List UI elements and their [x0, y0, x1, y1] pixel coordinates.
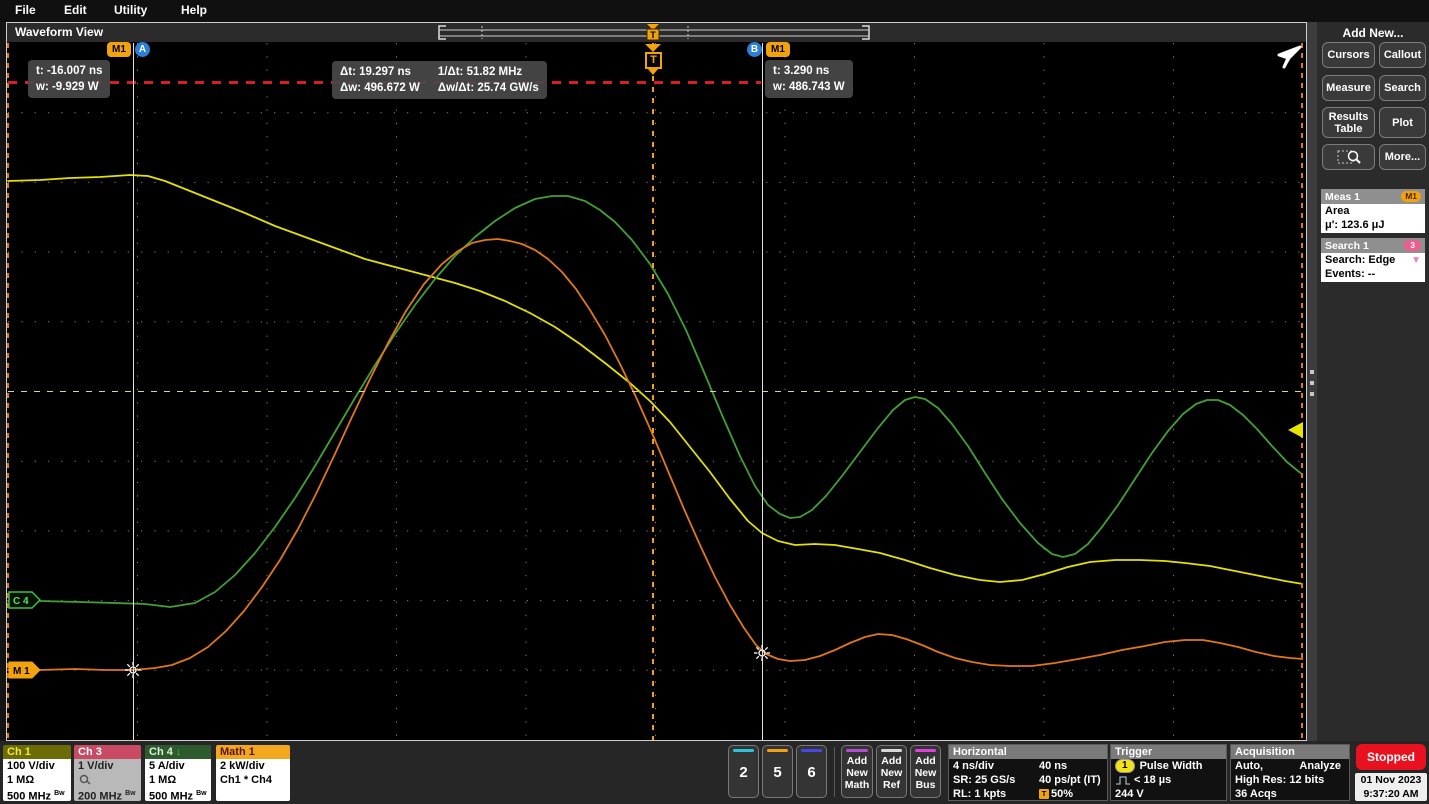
cursor-a-line[interactable] [133, 43, 134, 740]
cursor-a-badge[interactable]: A [135, 42, 150, 57]
mouse-cursor-icon [1276, 45, 1302, 69]
button-group-divider [834, 747, 835, 797]
horizontal-panel[interactable]: Horizontal 4 ns/div40 ns SR: 25 GS/s40 p… [948, 744, 1108, 801]
zoom-area-button[interactable] [1322, 144, 1375, 170]
trigger-position-label: T [650, 30, 656, 40]
probe-icon [78, 774, 137, 787]
add-new-math-button[interactable]: Add New Math [841, 745, 873, 798]
cursor-delta-readout: Δt: 19.297 ns 1/Δt: 51.82 MHz Δw: 496.67… [332, 61, 547, 99]
svg-text:C 4: C 4 [13, 596, 29, 607]
math1-wave-handle[interactable]: M 1 [8, 661, 42, 679]
meas1-type: Area [1325, 205, 1421, 219]
meas1-value: μ': 123.6 μJ [1325, 219, 1421, 233]
trigger-position-mini-icon: T [1039, 789, 1049, 799]
math1-power-trace [8, 239, 1303, 670]
cursor-b-source-badge[interactable]: M1 [766, 42, 790, 57]
more-button[interactable]: More... [1379, 144, 1426, 170]
plot-button[interactable]: Plot [1379, 107, 1426, 138]
search-button[interactable]: Search [1379, 75, 1426, 101]
bottom-bar: Ch 1 100 V/div 1 MΩ 500 MHz Bw Ch 3 1 V/… [0, 741, 1429, 804]
cursor-b-readout: t: 3.290 ns w: 486.743 W [765, 60, 853, 98]
meas1-source-badge: M1 [1401, 191, 1421, 202]
pulse-width-icon [1115, 775, 1131, 786]
datetime-display: 01 Nov 2023 9:37:20 AM [1355, 773, 1427, 801]
math1-badge[interactable]: Math 1 2 kW/div Ch1 * Ch4 [216, 745, 290, 801]
ch4-badge[interactable]: Ch 4 ↓ 5 A/div 1 MΩ 500 MHz Bw [145, 745, 211, 801]
cursor-b-line[interactable] [762, 43, 763, 740]
add-new-ref-button[interactable]: Add New Ref [876, 745, 907, 798]
search1-badge: 3 [1404, 240, 1421, 251]
results-table-button[interactable]: Results Table [1322, 107, 1375, 138]
acquisition-panel[interactable]: Acquisition Auto,Analyze High Res: 12 bi… [1230, 744, 1350, 801]
menu-utility[interactable]: Utility [114, 3, 147, 17]
svg-text:M 1: M 1 [13, 666, 30, 677]
sidebar: Add New... Cursors Callout Measure Searc… [1317, 22, 1429, 741]
add-new-bus-button[interactable]: Add New Bus [910, 745, 941, 798]
channel-6-button[interactable]: 6 [796, 745, 827, 798]
trigger-source-badge: 1 [1115, 759, 1135, 773]
ch4-wave-handle[interactable]: C 4 [8, 591, 42, 609]
ch3-badge[interactable]: Ch 3 1 V/div 200 MHz Bw [74, 745, 141, 801]
trigger-flag-tail-icon [648, 69, 658, 75]
ch4-current-trace [8, 196, 1303, 607]
center-graticule-dashed-line [8, 391, 1302, 392]
search1-type: Search: Edge [1325, 254, 1395, 268]
meas1-title: Meas 1 [1325, 191, 1360, 203]
menu-bar: File Edit Utility Help [0, 0, 1429, 22]
trigger-flag-box: T [645, 52, 662, 69]
callout-button[interactable]: Callout [1379, 42, 1426, 68]
cursors-button[interactable]: Cursors [1322, 42, 1375, 68]
waveform-view-title: Waveform View [15, 25, 103, 39]
search1-events: Events: -- [1325, 268, 1421, 282]
ch1-badge[interactable]: Ch 1 100 V/div 1 MΩ 500 MHz Bw [3, 745, 71, 801]
measure-button[interactable]: Measure [1322, 75, 1375, 101]
cursor-a-readout: t: -16.007 ns w: -9.929 W [28, 60, 110, 98]
trigger-level-arrow-icon[interactable] [1288, 422, 1303, 438]
trigger-panel[interactable]: Trigger 1Pulse Width < 18 µs 244 V [1110, 744, 1227, 801]
panel-divider[interactable] [1307, 22, 1317, 741]
trigger-flag[interactable]: T [645, 44, 662, 75]
search1-panel[interactable]: Search 1 3 Search: Edge ▼ Events: -- [1321, 238, 1425, 282]
search1-marker-icon: ▼ [1411, 254, 1421, 268]
trigger-flag-arrow-icon [645, 44, 661, 52]
oscilloscope-screen: File Edit Utility Help Waveform View T T… [0, 0, 1429, 804]
search1-title: Search 1 [1325, 240, 1369, 252]
channel-5-button[interactable]: 5 [762, 745, 793, 798]
meas1-panel[interactable]: Meas 1 M1 Area μ': 123.6 μJ [1321, 189, 1425, 233]
add-new-title: Add New... [1317, 26, 1429, 40]
cursor-a-source-badge[interactable]: M1 [107, 42, 131, 57]
ruler-left-bracket [439, 26, 446, 39]
menu-file[interactable]: File [15, 3, 36, 17]
ch4-arrow-icon: ↓ [176, 746, 182, 758]
menu-help[interactable]: Help [181, 3, 207, 17]
ruler-right-bracket [862, 26, 869, 39]
run-stop-button[interactable]: Stopped [1356, 744, 1426, 770]
zoom-area-icon [1336, 148, 1362, 166]
cursor-b-badge[interactable]: B [747, 42, 762, 57]
trigger-time-line[interactable] [652, 43, 654, 740]
channel-2-button[interactable]: 2 [728, 745, 759, 798]
timeline-overview-ruler[interactable]: T [437, 24, 871, 41]
menu-edit[interactable]: Edit [64, 3, 87, 17]
